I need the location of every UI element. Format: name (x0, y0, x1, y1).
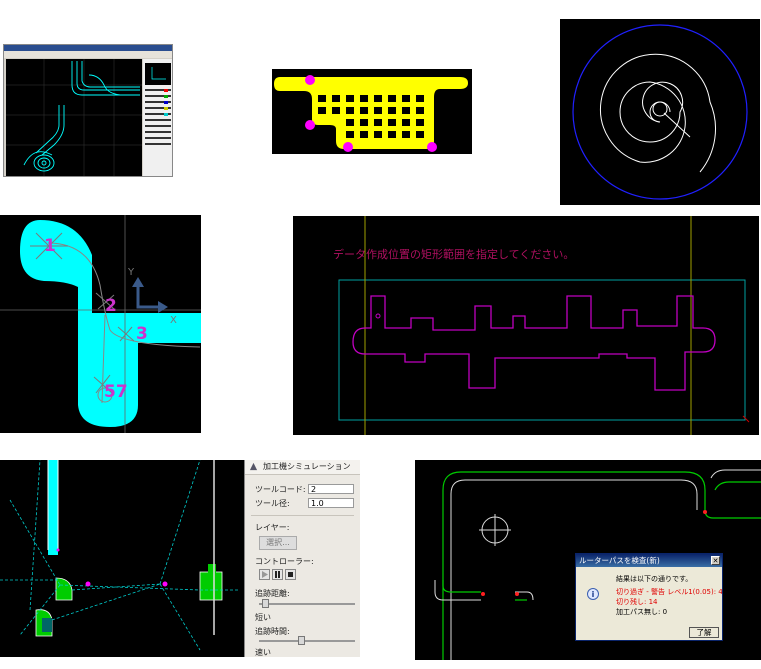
axis-x-label: X (170, 315, 177, 326)
axis-y-label: Y (127, 267, 135, 278)
tracking-time-slider-track (259, 640, 355, 642)
router-path-check-dialog: ルーターパスを検査(新) ✕ i 結果は以下の通りです。 切り過ぎ - 警告 レ… (575, 553, 723, 641)
stop-button[interactable] (285, 569, 296, 580)
dialog-title-bar: ルーターパスを検査(新) ✕ (576, 554, 722, 567)
point-label-57: 57 (104, 382, 128, 402)
simulation-drawing (0, 460, 240, 651)
tracking-time-label: 追跡時間: (255, 627, 290, 636)
overcut-warning-line: 切り過ぎ - 警告 レベル1(0.05): 4 (616, 588, 723, 596)
tracking-distance-slider-thumb[interactable] (262, 599, 269, 608)
yellow-grid-pocket-view (272, 69, 472, 154)
pause-icon (275, 571, 280, 578)
point-label-2: 2 (105, 296, 117, 316)
tool-code-field[interactable]: 2 (308, 484, 354, 494)
dialog-title: ルーターパスを検査(新) (579, 556, 660, 565)
separator (251, 515, 354, 516)
tracking-time-slider-thumb[interactable] (298, 636, 305, 645)
controller-label: コントローラー: (255, 557, 314, 566)
tracking-distance-label: 追跡距離: (255, 589, 290, 598)
pause-button[interactable] (272, 569, 283, 580)
play-icon (262, 571, 268, 578)
rect-selection-view: データ作成位置の矩形範囲を指定してください。 (293, 216, 759, 435)
tracking-distance-slider-track (259, 603, 355, 605)
close-button[interactable]: ✕ (711, 556, 720, 565)
layer-select-button[interactable]: 選択... (259, 536, 297, 550)
tool-diameter-field[interactable]: 1.0 (308, 498, 354, 508)
layer-label: レイヤー: (255, 523, 290, 532)
no-path-line: 加工パス無し: 0 (616, 608, 668, 616)
spiral-toolpath-view (560, 19, 760, 205)
tool-code-label: ツールコード: (255, 485, 306, 494)
close-icon: ✕ (712, 557, 719, 565)
cad-app-drawing (4, 45, 172, 176)
fast-label: 速い (255, 648, 271, 657)
cyan-toolpath-view: Y X 1 2 3 57 (0, 215, 201, 433)
yellow-grid-drawing (274, 75, 468, 152)
outline-drawing (338, 216, 750, 435)
machine-simulation-panel: 加工機シミュレーション ツールコード: 2 ツール径: 1.0 レイヤー: 選択… (244, 460, 360, 657)
sim-title-text: 加工機シミュレーション (263, 462, 351, 471)
stop-icon (288, 572, 293, 577)
tool-diameter-label: ツール径: (255, 499, 290, 508)
point-label-1: 1 (44, 236, 56, 256)
simulation-drawing-view (0, 460, 244, 657)
ok-button[interactable]: 了解 (689, 627, 719, 638)
point-label-3: 3 (136, 324, 148, 344)
cyan-toolpath-drawing: Y X 1 2 3 57 (0, 215, 201, 433)
short-label: 短い (255, 613, 271, 622)
play-button[interactable] (259, 569, 270, 580)
spiral-drawing (572, 24, 748, 200)
sim-panel-title: 加工機シミュレーション (245, 460, 360, 475)
machine-icon (249, 462, 258, 471)
uncut-line: 切り残し: 14 (616, 598, 658, 606)
result-line: 結果は以下の通りです。 (616, 575, 693, 583)
cad-app-thumbnail (3, 44, 173, 177)
info-icon: i (587, 588, 599, 600)
